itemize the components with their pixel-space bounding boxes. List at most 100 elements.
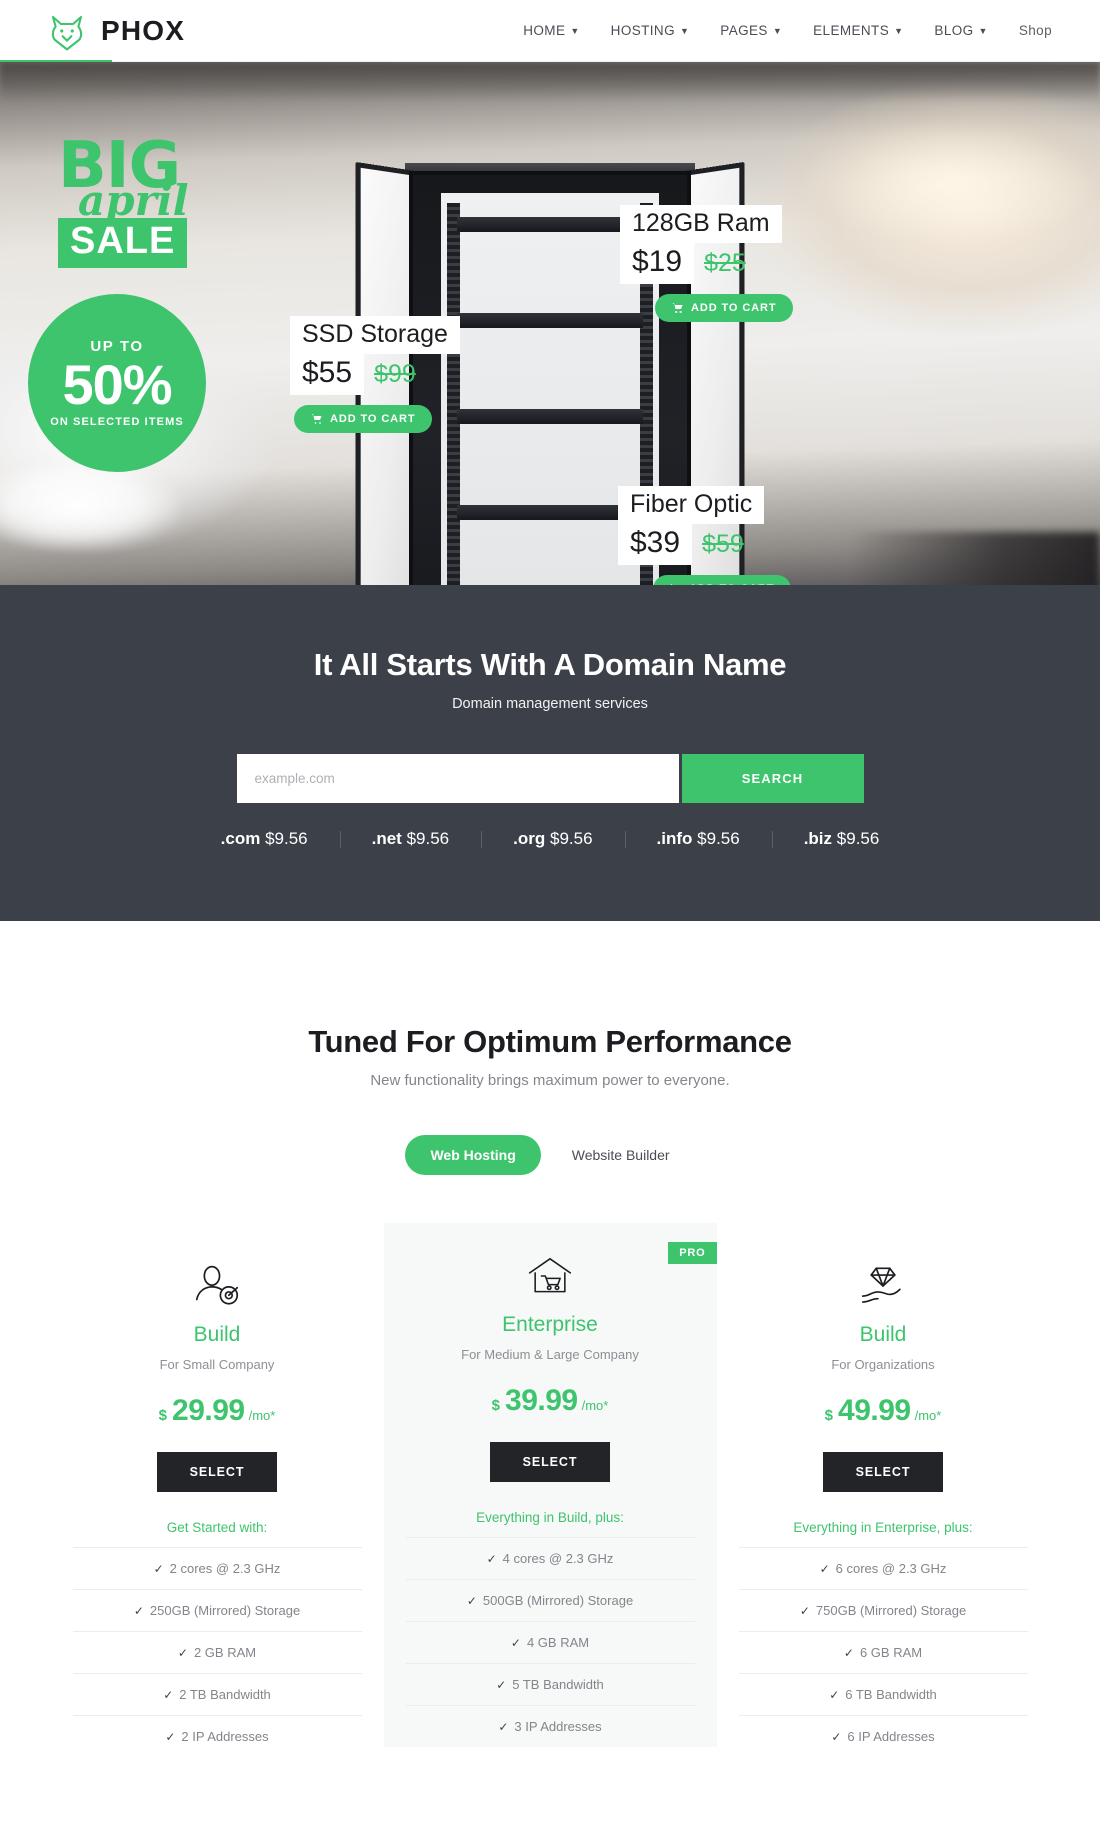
list-item: ✓ 4 cores @ 2.3 GHz <box>405 1537 695 1579</box>
add-to-cart-label: ADD TO CART <box>689 583 774 585</box>
plan-card-enterprise: PRO Enterprise For Medium & Large Compan… <box>383 1223 717 1747</box>
plan-audience: For Organizations <box>831 1357 935 1372</box>
hero-bg-shade-top <box>0 62 1100 102</box>
feature-label: 5 TB Bandwidth <box>512 1677 604 1692</box>
product-name: 128GB Ram <box>620 205 782 243</box>
check-icon: ✓ <box>165 1730 176 1744</box>
check-icon: ✓ <box>486 1552 497 1566</box>
user-target-icon <box>73 1263 362 1309</box>
main-nav: HOME ▼ HOSTING ▼ PAGES ▼ ELEMENTS ▼ BLOG… <box>523 23 1052 38</box>
product-prices: $19 $25 <box>620 243 793 284</box>
select-button-build-small[interactable]: SELECT <box>156 1452 278 1492</box>
tld-ext: .net <box>371 829 402 848</box>
check-icon: ✓ <box>831 1730 842 1744</box>
pricing-plans: Build For Small Company $ 29.99 /mo* SEL… <box>0 1223 1100 1757</box>
nav-item-hosting[interactable]: HOSTING ▼ <box>611 23 690 38</box>
cart-icon <box>672 303 683 313</box>
feature-label: 3 IP Addresses <box>514 1719 602 1734</box>
fox-head-icon <box>46 10 88 52</box>
select-button-build-organizations[interactable]: SELECT <box>822 1452 944 1492</box>
list-item: ✓ 6 TB Bandwidth <box>738 1673 1028 1715</box>
nav-label: Shop <box>1018 23 1052 38</box>
feature-label: 750GB (Mirrored) Storage <box>815 1603 967 1618</box>
check-icon: ✓ <box>510 1636 521 1650</box>
check-icon: ✓ <box>177 1646 188 1660</box>
list-item: ✓ 3 IP Addresses <box>405 1705 695 1747</box>
hero-banner: BIG april SALE UP TO 50% ON SELECTED ITE… <box>0 62 1100 585</box>
nav-item-pages[interactable]: PAGES ▼ <box>720 23 782 38</box>
feature-label: 6 IP Addresses <box>847 1729 935 1744</box>
product-prices: $39 $59 <box>618 524 791 565</box>
list-item: ✓ 2 GB RAM <box>72 1631 362 1673</box>
tld-item-com: .com $9.56 <box>189 829 340 849</box>
plan-audience: For Small Company <box>159 1357 275 1372</box>
domain-subtitle: Domain management services <box>452 696 648 712</box>
add-to-cart-button-fiber[interactable]: ADD TO CART <box>653 575 792 585</box>
site-header: PHOX HOME ▼ HOSTING ▼ PAGES ▼ ELEMENTS ▼… <box>0 0 1100 63</box>
discount-note: ON SELECTED ITEMS <box>50 416 184 428</box>
tab-web-hosting[interactable]: Web Hosting <box>405 1135 541 1175</box>
tld-item-org: .org $9.56 <box>481 829 624 849</box>
check-icon: ✓ <box>799 1604 810 1618</box>
tld-item-net: .net $9.56 <box>339 829 482 849</box>
check-icon: ✓ <box>466 1594 477 1608</box>
list-item: ✓ 6 IP Addresses <box>738 1715 1028 1757</box>
nav-label: HOSTING <box>610 23 675 38</box>
tld-ext: .biz <box>803 829 833 848</box>
plan-amount: 49.99 <box>838 1394 911 1427</box>
domain-search-button[interactable]: SEARCH <box>681 754 864 803</box>
add-to-cart-label: ADD TO CART <box>691 302 777 314</box>
nav-item-elements[interactable]: ELEMENTS ▼ <box>813 23 903 38</box>
diamond-hand-icon <box>739 1263 1028 1309</box>
plan-feature-list: ✓ 6 cores @ 2.3 GHz ✓ 750GB (Mirrored) Sto… <box>738 1547 1028 1757</box>
add-to-cart-button-ram[interactable]: ADD TO CART <box>655 294 794 322</box>
product-name: Fiber Optic <box>618 486 765 524</box>
plan-name: Enterprise <box>502 1313 598 1336</box>
check-icon: ✓ <box>133 1604 144 1618</box>
nav-item-blog[interactable]: BLOG ▼ <box>934 23 987 38</box>
feature-label: 2 TB Bandwidth <box>179 1687 271 1702</box>
chevron-down-icon: ▼ <box>772 26 783 36</box>
list-item: ✓ 2 cores @ 2.3 GHz <box>72 1547 362 1589</box>
cart-icon <box>311 414 322 424</box>
feature-label: 2 IP Addresses <box>181 1729 269 1744</box>
brand-name: PHOX <box>101 14 186 46</box>
product-price: $55 <box>290 354 365 395</box>
feature-label: 500GB (Mirrored) Storage <box>482 1593 634 1608</box>
select-button-enterprise[interactable]: SELECT <box>489 1442 611 1482</box>
hero-bg-light-left <box>0 462 180 550</box>
plan-currency: $ <box>824 1407 834 1424</box>
sale-script-text: april <box>78 176 189 226</box>
domain-search-form: SEARCH <box>236 754 864 803</box>
rack-shelf <box>457 313 643 328</box>
plan-price: $ 49.99 /mo* <box>739 1394 1028 1428</box>
check-icon: ✓ <box>496 1678 507 1692</box>
list-item: ✓ 250GB (Mirrored) Storage <box>72 1589 362 1631</box>
chevron-down-icon: ▼ <box>570 26 580 36</box>
list-item: ✓ 2 IP Addresses <box>72 1715 362 1757</box>
plan-features-heading: Get Started with: <box>166 1520 268 1535</box>
plan-price: $ 29.99 /mo* <box>73 1394 362 1428</box>
brand-logo[interactable]: PHOX <box>46 10 185 52</box>
plan-features-heading: Everything in Enterprise, plus: <box>793 1520 973 1535</box>
nav-item-shop[interactable]: Shop <box>1019 23 1052 38</box>
tld-price: $9.56 <box>836 829 880 848</box>
plan-period: /mo* <box>581 1398 609 1413</box>
plan-period: /mo* <box>914 1408 942 1423</box>
tld-price-list: .com $9.56 .net $9.56 .org $9.56 .info $… <box>0 829 1100 849</box>
plan-period: /mo* <box>248 1408 276 1423</box>
feature-label: 6 cores @ 2.3 GHz <box>835 1561 947 1576</box>
tab-website-builder[interactable]: Website Builder <box>547 1135 695 1175</box>
nav-item-home[interactable]: HOME ▼ <box>523 23 579 38</box>
check-icon: ✓ <box>819 1562 830 1576</box>
discount-amount: 50% <box>62 353 172 416</box>
tld-ext: .com <box>220 829 261 848</box>
domain-search-input[interactable] <box>236 754 679 803</box>
chevron-down-icon: ▼ <box>679 26 690 36</box>
check-icon: ✓ <box>843 1646 854 1660</box>
plan-amount: 29.99 <box>172 1394 245 1427</box>
add-to-cart-button-ssd[interactable]: ADD TO CART <box>294 405 433 433</box>
tld-price: $9.56 <box>697 829 740 848</box>
cart-icon <box>670 584 673 585</box>
plan-card-build-small: Build For Small Company $ 29.99 /mo* SEL… <box>50 1223 384 1757</box>
